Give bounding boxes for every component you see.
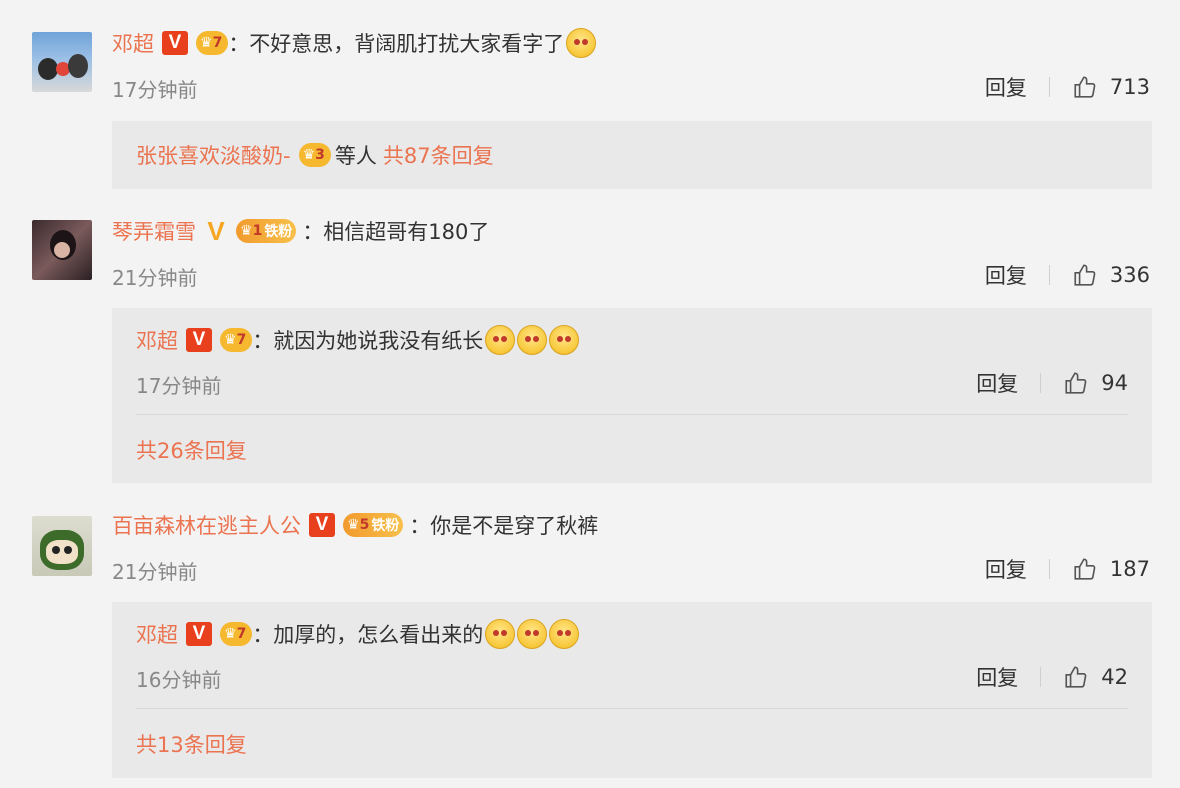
- reply-box: 邓超 V ♛ 7 ：加厚的，怎么看出来的 16分钟前 回复 42 共13条回复: [112, 602, 1152, 778]
- divider: [136, 708, 1128, 709]
- comment-text: ：你是不是穿了秋裤: [409, 514, 599, 538]
- username-link[interactable]: 邓超: [112, 28, 154, 58]
- divider: [1040, 373, 1042, 393]
- emoji-icon: [566, 28, 597, 58]
- thumbs-up-icon: [1074, 264, 1096, 286]
- avatar[interactable]: [32, 516, 92, 576]
- comment-header: 琴弄霜雪 V ♛ 1 铁粉 ：相信超哥有180了: [112, 215, 489, 247]
- like-count: 187: [1109, 557, 1150, 581]
- thumbs-up-icon: [1074, 76, 1096, 98]
- thumbs-up-icon: [1065, 372, 1087, 394]
- emoji-icon: [549, 325, 580, 355]
- more-replies-link[interactable]: 共26条回复: [136, 435, 247, 465]
- emoji-icon: [485, 619, 516, 649]
- fan-badge: 铁粉: [371, 518, 400, 534]
- crown-level: 7: [212, 35, 223, 51]
- verified-badge: V: [162, 31, 188, 55]
- reply-button[interactable]: 回复: [976, 662, 1018, 692]
- reply-timestamp: 17分钟前: [136, 374, 222, 398]
- reply-button[interactable]: 回复: [985, 72, 1027, 102]
- reply-username[interactable]: 邓超: [136, 619, 178, 649]
- verified-badge: V: [309, 513, 335, 537]
- crown-level: 7: [236, 332, 247, 348]
- comment-header: 邓超 V ♛ 7 ：不好意思，背阔肌打扰大家看字了: [112, 27, 597, 59]
- crown-icon: ♛ 3: [298, 143, 331, 167]
- crown-level: 7: [236, 626, 247, 642]
- comment-actions: 回复 187: [985, 554, 1150, 584]
- thumbs-up-icon: [1065, 666, 1087, 688]
- crown-level: 5: [359, 517, 370, 533]
- fan-badge: 铁粉: [264, 224, 293, 240]
- timestamp: 17分钟前: [112, 78, 198, 102]
- more-replies-link[interactable]: 共13条回复: [136, 729, 247, 759]
- reply-button[interactable]: 回复: [985, 554, 1027, 584]
- comment-text: ：不好意思，背阔肌打扰大家看字了: [228, 32, 565, 56]
- timestamp: 21分钟前: [112, 266, 198, 290]
- emoji-icon: [485, 325, 516, 355]
- avatar[interactable]: [32, 220, 92, 280]
- crown-icon: ♛ 1 铁粉: [236, 219, 297, 243]
- username-link[interactable]: 琴弄霜雪: [112, 216, 196, 246]
- reply-summary[interactable]: 张张喜欢淡酸奶- ♛ 3 等人 共87条回复: [112, 121, 1152, 189]
- divider: [1048, 559, 1050, 579]
- timestamp: 21分钟前: [112, 560, 198, 584]
- divider: [136, 414, 1128, 415]
- reply-header: 邓超 V ♛ 7 ：就因为她说我没有纸长: [136, 324, 580, 356]
- reply-header: 邓超 V ♛ 7 ：加厚的，怎么看出来的: [136, 618, 580, 650]
- like-button[interactable]: 713: [1072, 74, 1150, 100]
- divider: [1040, 667, 1042, 687]
- emoji-icon: [549, 619, 580, 649]
- reply-timestamp: 16分钟前: [136, 668, 222, 692]
- thumbs-up-icon: [1074, 558, 1096, 580]
- like-count: 94: [1101, 371, 1128, 395]
- comment-actions: 回复 713: [985, 72, 1150, 102]
- crown-level: 1: [252, 223, 263, 239]
- like-button[interactable]: 42: [1063, 664, 1128, 690]
- like-count: 713: [1109, 75, 1150, 99]
- crown-icon: ♛ 5 铁粉: [343, 513, 404, 537]
- emoji-icon: [517, 325, 548, 355]
- like-button[interactable]: 94: [1063, 370, 1128, 396]
- crown-level: 3: [315, 147, 325, 163]
- avatar[interactable]: [32, 32, 92, 92]
- verified-badge: V: [207, 215, 225, 246]
- crown-icon: ♛ 7: [196, 31, 229, 55]
- like-count: 336: [1109, 263, 1150, 287]
- crown-icon: ♛ 7: [220, 328, 253, 352]
- reply-text: ：加厚的，怎么看出来的: [252, 623, 484, 647]
- like-count: 42: [1101, 665, 1128, 689]
- reply-actions: 回复 42: [976, 662, 1128, 692]
- comment-text: ：相信超哥有180了: [302, 220, 490, 244]
- reply-button[interactable]: 回复: [985, 260, 1027, 290]
- crown-icon: ♛ 7: [220, 622, 253, 646]
- emoji-icon: [517, 619, 548, 649]
- reply-text: ：就因为她说我没有纸长: [252, 329, 484, 353]
- comment-header: 百亩森林在逃主人公 V ♛ 5 铁粉 ：你是不是穿了秋裤: [112, 509, 598, 541]
- verified-badge: V: [186, 328, 212, 352]
- reply-box: 邓超 V ♛ 7 ：就因为她说我没有纸长 17分钟前 回复 94 共26条回复: [112, 308, 1152, 483]
- reply-username[interactable]: 张张喜欢淡酸奶-: [136, 140, 291, 170]
- reply-button[interactable]: 回复: [976, 368, 1018, 398]
- divider: [1048, 77, 1050, 97]
- reply-actions: 回复 94: [976, 368, 1128, 398]
- divider: [1048, 265, 1050, 285]
- reply-summary-text: 等人: [334, 144, 377, 168]
- verified-badge: V: [186, 622, 212, 646]
- like-button[interactable]: 336: [1072, 262, 1150, 288]
- more-replies-link[interactable]: 共87条回复: [383, 140, 494, 170]
- username-link[interactable]: 百亩森林在逃主人公: [112, 510, 301, 540]
- like-button[interactable]: 187: [1072, 556, 1150, 582]
- reply-username[interactable]: 邓超: [136, 325, 178, 355]
- comment-actions: 回复 336: [985, 260, 1150, 290]
